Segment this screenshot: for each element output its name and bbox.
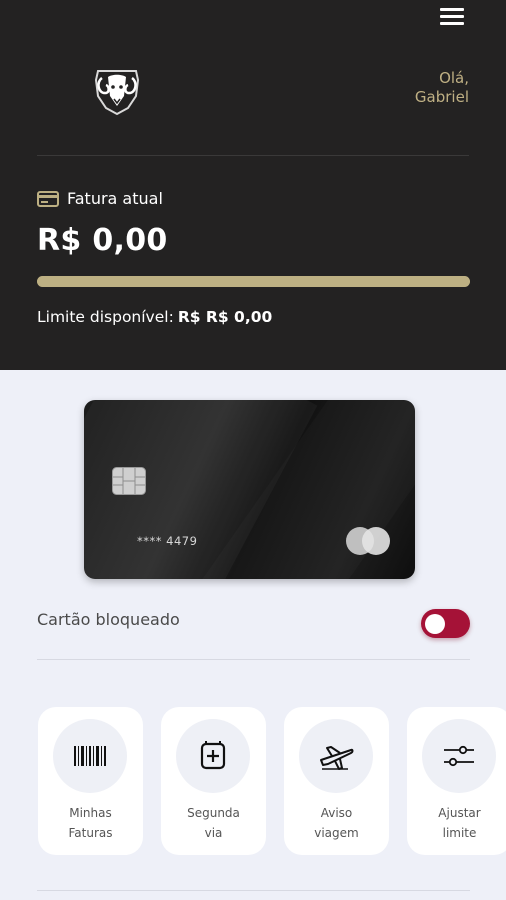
- invoice-amount: R$ 0,00: [37, 223, 168, 258]
- current-invoice-text: Fatura atual: [67, 189, 163, 208]
- current-invoice-label: Fatura atual: [37, 189, 163, 208]
- label-line: viagem: [314, 826, 359, 840]
- label-line: Segunda: [187, 806, 240, 820]
- label-line: Aviso: [320, 806, 353, 820]
- available-limit: Limite disponível: R$ R$ 0,00: [37, 308, 272, 326]
- credit-card-icon: [37, 190, 59, 207]
- toggle-knob: [425, 614, 445, 634]
- airplane-icon: [320, 746, 354, 770]
- action-tile-second-copy[interactable]: Segunda via: [161, 707, 266, 855]
- greeting: Olá, Gabriel: [349, 69, 469, 107]
- barcode-icon: [74, 746, 106, 766]
- card-blocked-label: Cartão bloqueado: [37, 610, 180, 629]
- label-line: Ajustar: [438, 806, 481, 820]
- bottom-divider: [37, 890, 470, 891]
- icon-circle: [299, 719, 373, 793]
- label-line: via: [204, 826, 223, 840]
- limit-progress-bar: [37, 276, 470, 287]
- sliders-icon: [444, 745, 474, 767]
- action-tile-label: Segunda via: [161, 803, 266, 843]
- action-tile-invoices[interactable]: Minhas Faturas: [38, 707, 143, 855]
- greeting-hello: Olá,: [439, 69, 469, 87]
- section-divider: [37, 659, 470, 660]
- limit-progress-fill: [37, 276, 470, 287]
- action-tile-label: Minhas Faturas: [38, 803, 143, 843]
- card-chip-icon: [112, 467, 146, 495]
- icon-circle: [176, 719, 250, 793]
- available-limit-label: Limite disponível:: [37, 308, 174, 326]
- action-tile-label: Ajustar limite: [407, 803, 506, 843]
- greeting-user-name: Gabriel: [414, 88, 469, 106]
- label-line: Faturas: [68, 826, 113, 840]
- icon-circle: [422, 719, 496, 793]
- card-number: **** 4479: [137, 534, 198, 548]
- card-add-icon: [200, 741, 226, 770]
- icon-circle: [53, 719, 127, 793]
- available-limit-value: R$ R$ 0,00: [177, 308, 273, 326]
- header-panel: Olá, Gabriel Fatura atual R$ 0,00 Limite…: [0, 0, 506, 370]
- header-divider: [37, 155, 469, 156]
- card-blocked-toggle[interactable]: [421, 609, 470, 638]
- ram-head-logo: [94, 70, 140, 116]
- hamburger-menu-icon[interactable]: [438, 6, 466, 28]
- credit-card[interactable]: **** 4479: [84, 400, 415, 579]
- action-tile-adjust-limit[interactable]: Ajustar limite: [407, 707, 506, 855]
- label-line: limite: [442, 826, 477, 840]
- action-tile-travel-notice[interactable]: Aviso viagem: [284, 707, 389, 855]
- mastercard-logo: [346, 527, 390, 555]
- label-line: Minhas: [69, 806, 112, 820]
- action-tile-label: Aviso viagem: [284, 803, 389, 843]
